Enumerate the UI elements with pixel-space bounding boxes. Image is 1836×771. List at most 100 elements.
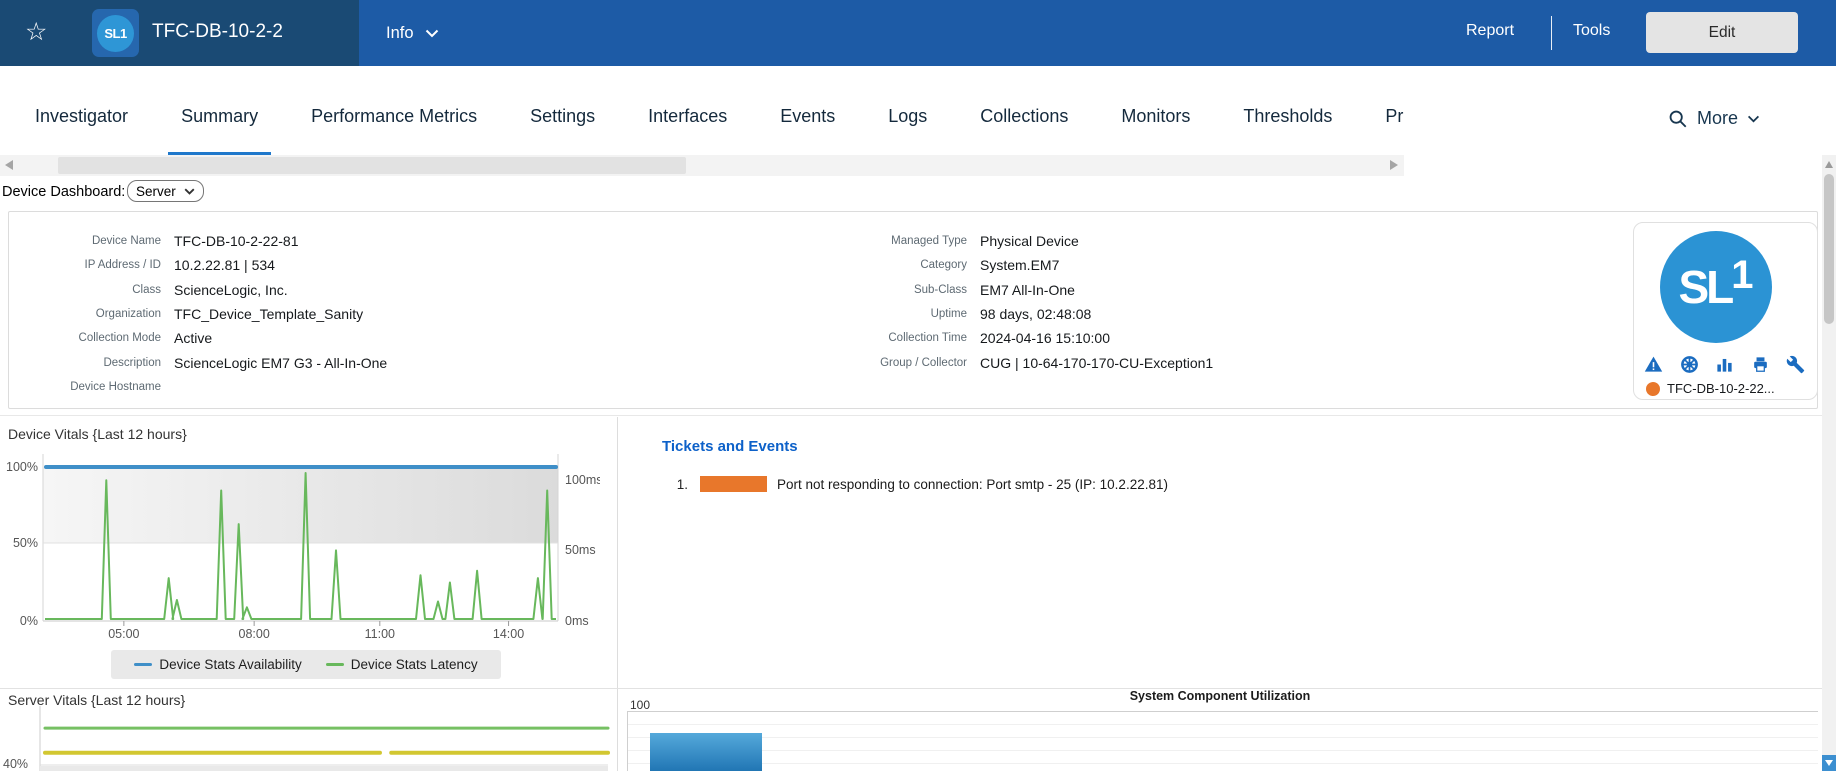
field-value: TFC-DB-10-2-22-81	[174, 233, 298, 249]
field-label: IP Address / ID	[21, 259, 161, 271]
device-info-panel: Device Name TFC-DB-10-2-22-81 IP Address…	[8, 211, 1818, 409]
svg-text:50%: 50%	[13, 536, 38, 550]
field-value: EM7 All-In-One	[980, 282, 1075, 298]
status-badge	[1646, 382, 1660, 396]
device-logo-card[interactable]: SL 1	[1633, 222, 1818, 400]
info-row: Uptime 98 days, 02:48:08	[601, 302, 1213, 326]
tab-investigator[interactable]: Investigator	[22, 66, 141, 155]
printer-icon[interactable]	[1751, 355, 1770, 374]
svg-text:100%: 100%	[6, 460, 38, 474]
field-label: Organization	[21, 308, 161, 320]
tab-performance-metrics[interactable]: Performance Metrics	[298, 66, 490, 155]
info-row: Class ScienceLogic, Inc.	[21, 278, 387, 302]
scroll-up-arrow[interactable]	[1825, 161, 1833, 168]
device-dashboard-select[interactable]: Server	[127, 180, 204, 202]
wheel-icon[interactable]	[1680, 355, 1699, 374]
svg-text:08:00: 08:00	[239, 627, 270, 641]
section-divider	[0, 415, 1822, 416]
info-dropdown[interactable]: Info	[386, 0, 439, 66]
report-button[interactable]: Report	[1466, 22, 1514, 40]
bar-chart-icon[interactable]	[1715, 355, 1734, 374]
svg-text:14:00: 14:00	[493, 627, 524, 641]
tab-summary[interactable]: Summary	[168, 66, 271, 155]
info-row: Collection Time 2024-04-16 15:10:00	[601, 326, 1213, 350]
tab-events[interactable]: Events	[767, 66, 848, 155]
field-value: 10.2.22.81 | 534	[174, 257, 275, 273]
legend-label: Device Stats Latency	[351, 657, 478, 672]
field-value: System.EM7	[980, 257, 1059, 273]
chart-gridline	[627, 737, 1818, 738]
app-header: ☆ SL1 TFC-DB-10-2-2 Info Report Tools Ed…	[0, 0, 1836, 66]
svg-text:0ms: 0ms	[565, 614, 589, 628]
event-list-item: 1. Port not responding to connection: Po…	[660, 476, 1168, 492]
server-vitals-chart[interactable]	[0, 706, 617, 771]
svg-text:11:00: 11:00	[365, 627, 395, 641]
legend-item-availability[interactable]: Device Stats Availability	[134, 657, 301, 672]
search-icon[interactable]	[1668, 109, 1688, 129]
legend-label: Device Stats Availability	[159, 657, 301, 672]
svg-text:0%: 0%	[20, 614, 38, 628]
info-row: Category System.EM7	[601, 253, 1213, 277]
edit-button[interactable]: Edit	[1646, 12, 1798, 53]
sl1-device-summary-screen: ☆ SL1 TFC-DB-10-2-2 Info Report Tools Ed…	[0, 0, 1836, 771]
tab-monitors[interactable]: Monitors	[1108, 66, 1203, 155]
field-label: Collection Mode	[21, 332, 161, 344]
tab-logs[interactable]: Logs	[875, 66, 940, 155]
warning-icon[interactable]	[1644, 355, 1663, 374]
legend-item-latency[interactable]: Device Stats Latency	[326, 657, 478, 672]
field-value: Active	[174, 330, 212, 346]
tab-processes-truncated[interactable]: Pr	[1372, 66, 1416, 155]
more-label: More	[1697, 108, 1738, 129]
device-vitals-title: Device Vitals {Last 12 hours}	[8, 426, 187, 442]
tab-collections[interactable]: Collections	[967, 66, 1081, 155]
column-divider	[617, 417, 618, 771]
chart-gridline	[627, 750, 1818, 751]
chevron-down-icon	[1747, 115, 1760, 123]
svg-text:50ms: 50ms	[565, 543, 596, 557]
info-row: Organization TFC_Device_Template_Sanity	[21, 302, 387, 326]
vertical-scrollbar-thumb[interactable]	[1824, 174, 1834, 324]
sl1-device-logo: SL 1	[1660, 231, 1772, 343]
sl1-logo-icon: SL1	[97, 15, 134, 52]
field-value: TFC_Device_Template_Sanity	[174, 306, 363, 322]
device-info-right-column: Managed Type Physical Device Category Sy…	[601, 229, 1213, 375]
device-vitals-chart[interactable]: 05:0008:0011:0014:00100%50%0%100ms50ms0m…	[0, 446, 600, 650]
tab-thresholds[interactable]: Thresholds	[1230, 66, 1345, 155]
field-value: ScienceLogic EM7 G3 - All-In-One	[174, 355, 387, 371]
info-row: Description ScienceLogic EM7 G3 - All-In…	[21, 350, 387, 374]
horizontal-scrollbar[interactable]	[0, 155, 1404, 176]
field-label: Description	[21, 357, 161, 369]
device-card-name: TFC-DB-10-2-22...	[1667, 381, 1775, 396]
info-row: Device Hostname	[21, 375, 387, 399]
sl1-logo-tile[interactable]: SL1	[92, 9, 139, 57]
tools-button[interactable]: Tools	[1573, 22, 1610, 40]
horizontal-scrollbar-thumb[interactable]	[58, 157, 686, 174]
field-label: Device Hostname	[21, 381, 161, 393]
utilization-bar[interactable]	[650, 733, 762, 771]
scroll-right-arrow[interactable]	[1390, 160, 1398, 170]
favorite-star-icon[interactable]: ☆	[25, 17, 47, 47]
scroll-left-arrow[interactable]	[5, 160, 13, 170]
info-row: Group / Collector CUG | 10-64-170-170-CU…	[601, 350, 1213, 374]
tab-interfaces[interactable]: Interfaces	[635, 66, 740, 155]
tab-settings[interactable]: Settings	[517, 66, 608, 155]
device-vitals-legend: Device Stats Availability Device Stats L…	[111, 650, 501, 679]
svg-text:05:00: 05:00	[108, 627, 139, 641]
wrench-icon[interactable]	[1786, 355, 1805, 374]
device-title: TFC-DB-10-2-2	[152, 21, 283, 43]
field-value: 2024-04-16 15:10:00	[980, 330, 1110, 346]
availability-line-swatch	[134, 663, 152, 666]
tabs-more-dropdown[interactable]: More	[1668, 66, 1760, 163]
chart-gridline	[627, 724, 1818, 725]
field-label: Group / Collector	[601, 357, 967, 369]
event-number: 1.	[660, 477, 688, 492]
field-value: ScienceLogic, Inc.	[174, 282, 288, 298]
scroll-down-button[interactable]	[1822, 755, 1836, 771]
event-severity-swatch	[700, 476, 767, 492]
event-message-link[interactable]: Port not responding to connection: Port …	[777, 477, 1168, 492]
device-status-row: TFC-DB-10-2-22...	[1646, 381, 1775, 396]
chevron-down-icon	[184, 188, 195, 195]
field-label: Managed Type	[601, 235, 967, 247]
field-value: Physical Device	[980, 233, 1079, 249]
latency-line-swatch	[326, 663, 344, 666]
